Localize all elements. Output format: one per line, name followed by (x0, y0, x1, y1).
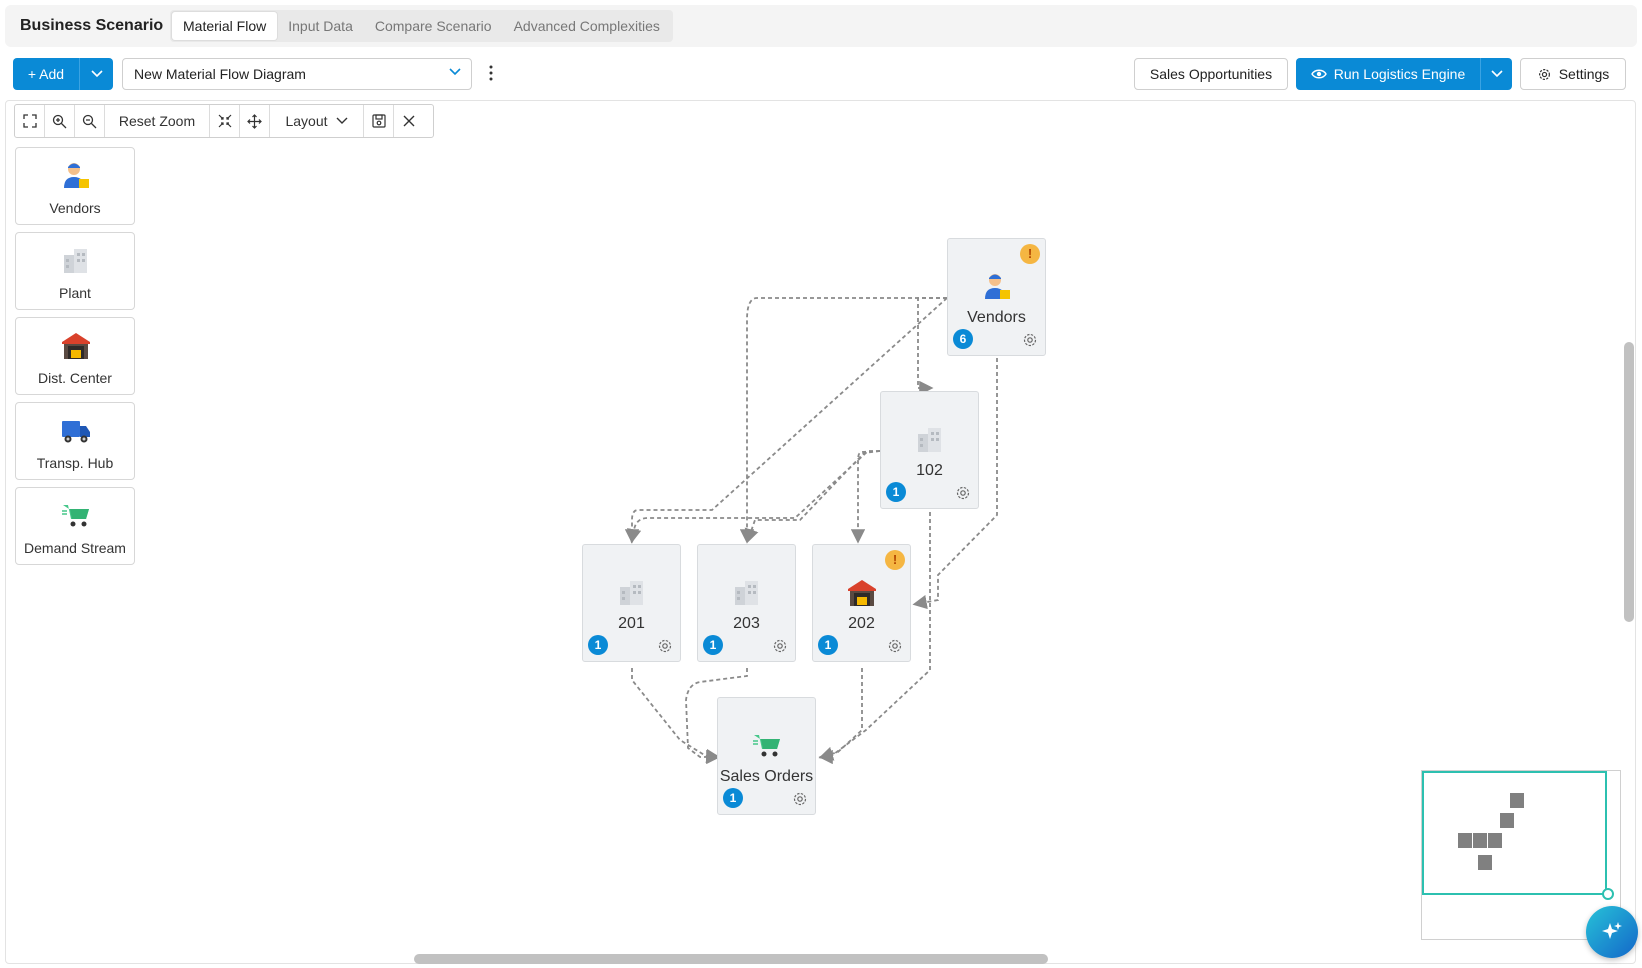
gear-icon[interactable] (1021, 331, 1039, 349)
pan-button[interactable] (240, 105, 270, 137)
node-sales-orders[interactable]: Sales Orders 1 (717, 697, 816, 815)
chevron-down-icon (336, 117, 348, 124)
plant-icon (918, 428, 941, 452)
node-label: 202 (848, 615, 875, 632)
edge-202-salesorders (818, 668, 863, 761)
warning-badge[interactable]: ! (885, 550, 905, 570)
count-badge: 1 (723, 788, 743, 808)
palette-item-plant[interactable]: Plant (15, 232, 135, 310)
gear-icon[interactable] (771, 637, 789, 655)
minimap-resize-handle[interactable] (1602, 888, 1614, 900)
vendor-icon (64, 163, 89, 188)
ai-assistant-button[interactable] (1586, 906, 1638, 958)
gear-icon[interactable] (791, 790, 809, 808)
fit-view-icon (22, 114, 37, 128)
layout-dropdown[interactable]: Layout (270, 105, 364, 137)
zoom-out-button[interactable] (75, 105, 105, 137)
warehouse-icon (848, 580, 876, 606)
zoom-in-button[interactable] (45, 105, 75, 137)
palette-item-transp-hub[interactable]: Transp. Hub (15, 402, 135, 480)
gear-icon[interactable] (954, 484, 972, 502)
node-202[interactable]: ! 202 1 (812, 544, 911, 662)
node-102[interactable]: 102 1 (880, 391, 979, 509)
plant-icon (64, 249, 87, 273)
count-badge: 6 (953, 329, 973, 349)
truck-icon (62, 421, 90, 443)
palette-label: Demand Stream (24, 540, 126, 556)
warehouse-icon (62, 333, 90, 359)
zoom-out-icon (82, 114, 97, 128)
cart-icon (62, 505, 89, 527)
node-label: Vendors (967, 309, 1026, 326)
count-badge: 1 (703, 635, 723, 655)
reset-zoom-button[interactable]: Reset Zoom (105, 105, 210, 137)
sparkle-icon (1602, 922, 1622, 939)
edge-102-202 (850, 450, 881, 544)
plant-icon (735, 581, 758, 605)
warning-badge[interactable]: ! (1020, 244, 1040, 264)
plant-icon (620, 581, 643, 605)
gear-icon[interactable] (656, 637, 674, 655)
vertical-scrollbar[interactable] (1624, 342, 1634, 622)
canvas-toolbar: Reset Zoom Layout (14, 104, 434, 138)
close-icon (403, 115, 415, 127)
vendor-icon (985, 274, 1010, 299)
node-label: 102 (916, 462, 943, 479)
palette-item-dist-center[interactable]: Dist. Center (15, 317, 135, 395)
collapse-icon (218, 114, 231, 128)
zoom-in-icon (52, 114, 67, 128)
count-badge: 1 (588, 635, 608, 655)
save-icon (371, 114, 386, 128)
palette-label: Transp. Hub (36, 455, 114, 471)
node-label: 203 (733, 615, 760, 632)
fit-view-button[interactable] (15, 105, 45, 137)
palette-item-vendors[interactable]: Vendors (15, 147, 135, 225)
palette-label: Plant (59, 285, 91, 301)
edge-102-201 (627, 450, 880, 544)
save-button[interactable] (364, 105, 394, 137)
node-label: Sales Orders (719, 768, 814, 785)
palette-label: Dist. Center (38, 370, 112, 386)
edge-102-203 (744, 450, 881, 544)
node-label: 201 (618, 615, 645, 632)
count-badge: 1 (818, 635, 838, 655)
layout-label: Layout (285, 113, 328, 129)
node-201[interactable]: 201 1 (582, 544, 681, 662)
edge-vendors-102 (917, 297, 947, 396)
edge-layer (624, 297, 998, 765)
count-badge: 1 (886, 482, 906, 502)
minimap-viewport[interactable] (1422, 771, 1607, 895)
palette-item-demand-stream[interactable]: Demand Stream (15, 487, 135, 565)
node-vendors[interactable]: ! Vendors 6 (947, 238, 1046, 356)
close-button[interactable] (394, 105, 424, 137)
palette-label: Vendors (49, 200, 101, 216)
node-203[interactable]: 203 1 (697, 544, 796, 662)
horizontal-scrollbar[interactable] (414, 954, 1048, 964)
cart-icon (753, 735, 780, 757)
collapse-button[interactable] (210, 105, 240, 137)
gear-icon[interactable] (886, 637, 904, 655)
move-icon (247, 113, 262, 129)
